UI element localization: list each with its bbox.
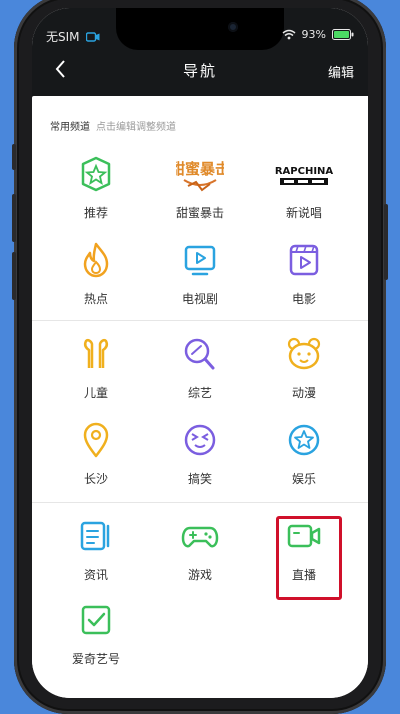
wifi-icon [282, 29, 296, 40]
phone-screen: 无SIM 93% 导航 编辑 常用频道 点击编辑调整频道 推荐 甜蜜暴击 甜蜜暴… [32, 8, 368, 698]
tv-icon [184, 245, 216, 276]
channel-item-news[interactable]: 资讯 [46, 516, 146, 596]
battery-icon [332, 29, 354, 40]
checkbox-icon [81, 605, 111, 635]
mute-switch [12, 144, 16, 170]
battery-percent: 93% [301, 28, 326, 41]
bear-face-icon [287, 337, 321, 370]
magnifier-mic-icon [184, 338, 215, 370]
channel-label: 娱乐 [291, 472, 316, 486]
star-badge-icon [81, 156, 111, 192]
gamepad-icon [181, 526, 219, 548]
channel-item-anime[interactable]: 动漫 [254, 334, 354, 414]
page-title: 导航 [182, 62, 217, 80]
channel-label: 游戏 [187, 568, 212, 582]
section-hint: 点击编辑调整频道 [96, 122, 176, 133]
section-header: 常用频道 点击编辑调整频道 [50, 118, 176, 133]
front-camera [228, 22, 238, 32]
film-icon [289, 244, 319, 276]
channel-item-changsha[interactable]: 长沙 [46, 420, 146, 500]
channel-item-iqiyi-account[interactable]: 爱奇艺号 [46, 600, 146, 680]
channel-label: 甜蜜暴击 [175, 206, 224, 220]
channel-item-recommend[interactable]: 推荐 [46, 154, 146, 234]
svg-text:RAPCHINA: RAPCHINA [275, 166, 334, 177]
channel-item-variety[interactable]: 综艺 [150, 334, 250, 414]
channel-label: 推荐 [83, 206, 108, 220]
row-divider [32, 502, 368, 503]
news-icon [80, 521, 110, 551]
channel-label: 综艺 [187, 386, 212, 400]
notch [116, 8, 284, 50]
channel-label: 电视剧 [181, 292, 218, 306]
section-title: 常用频道 [50, 122, 90, 133]
channel-label: 儿童 [83, 386, 108, 400]
flame-icon [83, 242, 109, 278]
channel-content: 常用频道 点击编辑调整频道 推荐 甜蜜暴击 甜蜜暴击 RAPCHINA 新说唱 … [32, 96, 368, 698]
channel-label: 新说唱 [285, 206, 322, 220]
video-record-icon [85, 31, 100, 42]
location-pin-icon [83, 422, 109, 458]
status-bar-left: 无SIM [46, 28, 100, 45]
channel-label: 资讯 [83, 568, 108, 582]
edit-button[interactable]: 编辑 [328, 62, 354, 81]
channel-item-movie[interactable]: 电影 [254, 240, 354, 320]
live-highlight-box [276, 516, 342, 600]
channel-item-games[interactable]: 游戏 [150, 516, 250, 596]
volume-up-button [12, 194, 16, 242]
volume-down-button [12, 252, 16, 300]
channel-item-kids[interactable]: 儿童 [46, 334, 146, 414]
channel-item-funny[interactable]: 搞笑 [150, 420, 250, 500]
channel-item-tv-drama[interactable]: 电视剧 [150, 240, 250, 320]
show-poster-icon: 甜蜜暴击 [170, 160, 230, 192]
channel-label: 动漫 [291, 386, 316, 400]
rap-logo-icon: RAPCHINA [275, 164, 334, 185]
channel-item-show[interactable]: 甜蜜暴击 甜蜜暴击 [150, 154, 250, 234]
funny-face-icon [184, 424, 216, 456]
channel-label: 爱奇艺号 [71, 652, 120, 666]
power-button [384, 204, 388, 280]
channel-item-entertainment[interactable]: 娱乐 [254, 420, 354, 500]
kids-icon [83, 338, 109, 368]
carrier-text: 无SIM [46, 30, 80, 44]
channel-item-hot[interactable]: 热点 [46, 240, 146, 320]
channel-label: 热点 [83, 292, 108, 306]
channel-item-rap[interactable]: RAPCHINA 新说唱 [254, 154, 354, 234]
channel-label: 搞笑 [187, 472, 212, 486]
row-divider [32, 320, 368, 321]
channel-label: 电影 [291, 292, 316, 306]
channel-label: 长沙 [83, 472, 108, 486]
status-bar-right: 93% [282, 28, 354, 41]
svg-text:甜蜜暴击: 甜蜜暴击 [176, 160, 224, 178]
star-circle-icon [288, 424, 320, 456]
